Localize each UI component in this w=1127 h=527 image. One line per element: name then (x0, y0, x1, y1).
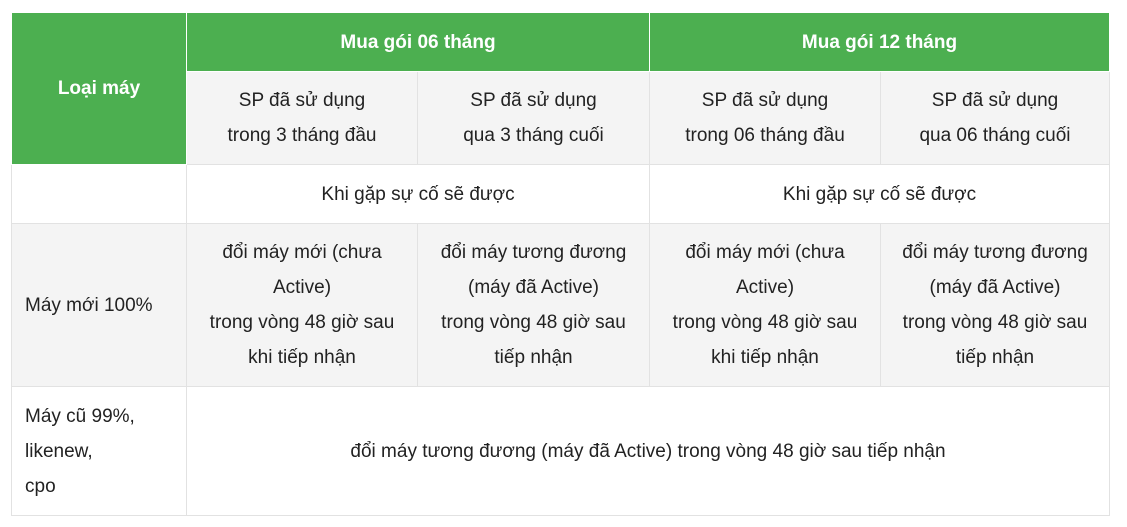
subheader-line: qua 3 tháng cuối (463, 125, 604, 146)
package-12-months-header: Mua gói 12 tháng (649, 12, 1110, 72)
table-cell: đổi máy mới (chưa Active) trong vòng 48 … (649, 223, 881, 387)
used-device-policy-cell: đổi máy tương đương (máy đã Active) tron… (186, 386, 1110, 516)
row-label-line: Máy cũ 99%, (25, 405, 135, 427)
subheader-line: SP đã sử dụng (238, 90, 366, 111)
subheader-line: qua 06 tháng cuối (919, 125, 1071, 146)
subheader-line: SP đã sử dụng (701, 90, 829, 111)
cell-line: đổi máy tương đương (440, 242, 627, 263)
row-label-new-device: Máy mới 100% (11, 223, 187, 387)
cell-line: trong vòng 48 giờ sau (441, 312, 626, 333)
subheader-cell: SP đã sử dụng qua 06 tháng cuối (880, 71, 1110, 165)
cell-line: trong vòng 48 giờ sau (672, 312, 858, 333)
table-cell: đổi máy tương đương (máy đã Active) tron… (417, 223, 650, 387)
subheader-line: trong 06 tháng đầu (685, 125, 845, 146)
cell-line: khi tiếp nhận (248, 347, 356, 368)
subheader-line: SP đã sử dụng (931, 90, 1059, 111)
cell-line: trong vòng 48 giờ sau (209, 312, 395, 333)
table-cell: đổi máy tương đương (máy đã Active) tron… (880, 223, 1110, 387)
warranty-table: Loại máy Mua gói 06 tháng Mua gói 12 thá… (11, 12, 1110, 516)
cell-line: Active) (272, 277, 332, 298)
cell-line: Active) (735, 277, 795, 298)
cell-line: khi tiếp nhận (711, 347, 819, 368)
cell-line: (máy đã Active) (468, 277, 599, 298)
subheader-cell: SP đã sử dụng trong 3 tháng đầu (186, 71, 418, 165)
row-label-line: cpo (25, 475, 56, 497)
cell-line: trong vòng 48 giờ sau (902, 312, 1088, 333)
subheader-line: SP đã sử dụng (470, 90, 597, 111)
cell-line: tiếp nhận (955, 347, 1035, 368)
info-cell-12-months: Khi gặp sự cố sẽ được (649, 164, 1110, 224)
subheader-line: trong 3 tháng đầu (227, 125, 377, 146)
cell-line: đổi máy tương đương (902, 242, 1088, 263)
warranty-table-container: Loại máy Mua gói 06 tháng Mua gói 12 thá… (11, 12, 1110, 516)
row-label-line: likenew, (25, 440, 93, 462)
cell-line: đổi máy mới (chưa (222, 242, 382, 263)
info-cell-6-months: Khi gặp sự cố sẽ được (186, 164, 650, 224)
row-label-used-device: Máy cũ 99%, likenew, cpo (11, 386, 187, 516)
cell-line: đổi máy mới (chưa (685, 242, 845, 263)
cell-line: (máy đã Active) (929, 277, 1061, 298)
info-row-label (11, 164, 187, 224)
subheader-cell: SP đã sử dụng qua 3 tháng cuối (417, 71, 650, 165)
device-type-header: Loại máy (11, 12, 187, 165)
table-cell: đổi máy mới (chưa Active) trong vòng 48 … (186, 223, 418, 387)
subheader-cell: SP đã sử dụng trong 06 tháng đầu (649, 71, 881, 165)
cell-line: tiếp nhận (494, 347, 573, 368)
package-6-months-header: Mua gói 06 tháng (186, 12, 650, 72)
